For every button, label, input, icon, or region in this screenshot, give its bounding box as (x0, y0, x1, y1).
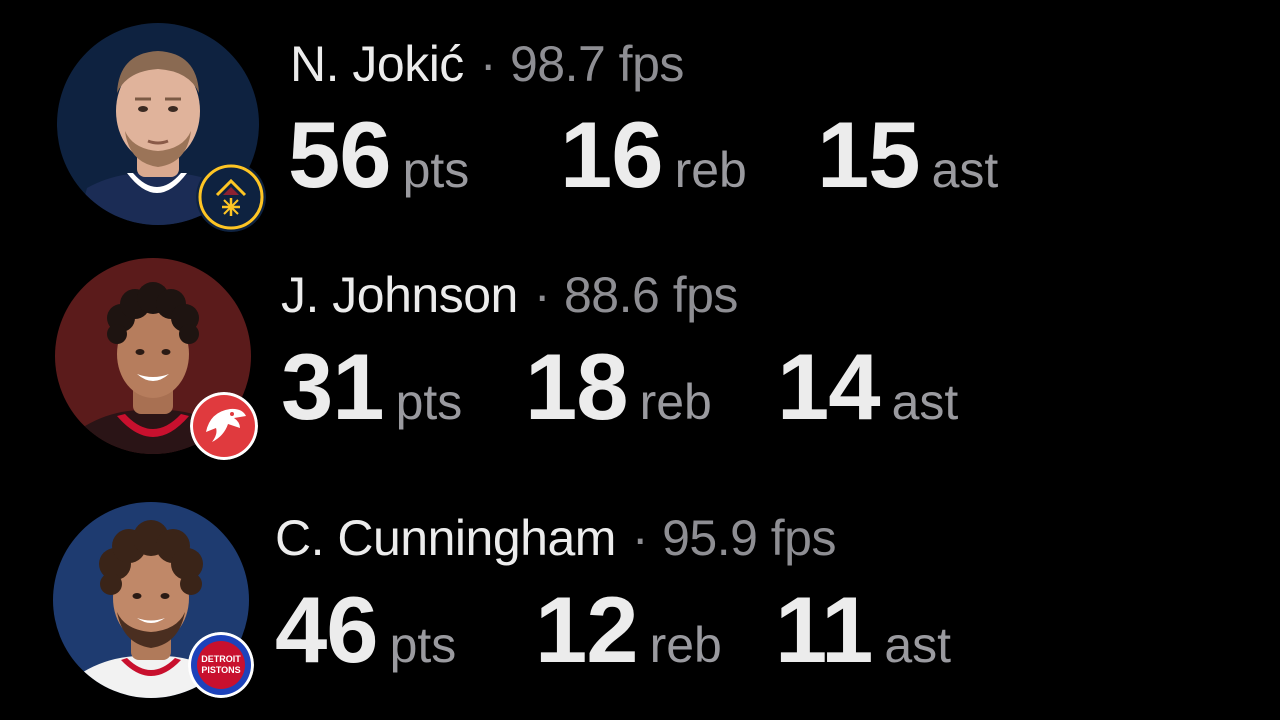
stat-assists: 15 ast (817, 108, 998, 202)
stat-value: 16 (560, 102, 664, 207)
player-name-line: J. Johnson · 88.6 fps (281, 270, 738, 320)
stat-value: 14 (777, 334, 881, 439)
player-name-line: C. Cunningham · 95.9 fps (275, 513, 836, 563)
stat-value: 56 (288, 102, 392, 207)
stat-unit: ast (891, 374, 959, 430)
stat-rebounds: 16 reb (560, 108, 817, 202)
stat-rebounds: 12 reb (535, 583, 775, 677)
player-row-johnson[interactable]: J. Johnson · 88.6 fps 31 pts 18 reb 14 ast (0, 240, 1280, 460)
stat-line: 46 pts 12 reb 11 ast (275, 583, 951, 677)
stat-unit: pts (395, 374, 463, 430)
stat-unit: reb (674, 142, 747, 198)
player-name: J. Johnson (281, 267, 518, 323)
fps-rating: 95.9 fps (662, 510, 836, 566)
player-row-jokic[interactable]: N. Jokić · 98.7 fps 56 pts 16 reb 15 ast (0, 0, 1280, 232)
stat-points: 56 pts (288, 108, 560, 202)
separator-dot: · (631, 510, 649, 566)
stat-value: 31 (281, 334, 385, 439)
stat-line: 31 pts 18 reb 14 ast (281, 340, 958, 434)
stat-line: 56 pts 16 reb 15 ast (288, 108, 998, 202)
stat-assists: 14 ast (777, 340, 958, 434)
badge-text-detroit: DETROIT (201, 654, 241, 664)
badge-text-pistons: PISTONS (201, 665, 240, 675)
separator-dot: · (479, 36, 497, 92)
denver-nuggets-logo-icon (196, 162, 266, 232)
stat-points: 31 pts (281, 340, 525, 434)
stat-value: 18 (525, 334, 629, 439)
player-name: C. Cunningham (275, 510, 616, 566)
fps-rating: 88.6 fps (563, 267, 738, 323)
stat-value: 12 (535, 577, 639, 682)
separator-dot: · (533, 267, 551, 323)
atlanta-hawks-logo-icon (190, 392, 258, 460)
stat-unit: reb (649, 617, 722, 673)
player-name: N. Jokić (290, 36, 464, 92)
stat-assists: 11 ast (775, 583, 951, 677)
stat-rebounds: 18 reb (525, 340, 777, 434)
stat-unit: reb (639, 374, 712, 430)
stat-unit: ast (931, 142, 999, 198)
detroit-pistons-logo-icon: DETROIT PISTONS (188, 632, 254, 698)
stat-value: 46 (275, 577, 379, 682)
player-name-line: N. Jokić · 98.7 fps (290, 39, 684, 89)
stat-value: 11 (775, 577, 873, 682)
stat-points: 46 pts (275, 583, 535, 677)
stat-unit: ast (884, 617, 952, 673)
stat-unit: pts (389, 617, 457, 673)
player-row-cunningham[interactable]: DETROIT PISTONS C. Cunningham · 95.9 fps 4… (0, 480, 1280, 700)
stat-value: 15 (817, 102, 921, 207)
fps-rating: 98.7 fps (509, 36, 684, 92)
stat-unit: pts (402, 142, 470, 198)
